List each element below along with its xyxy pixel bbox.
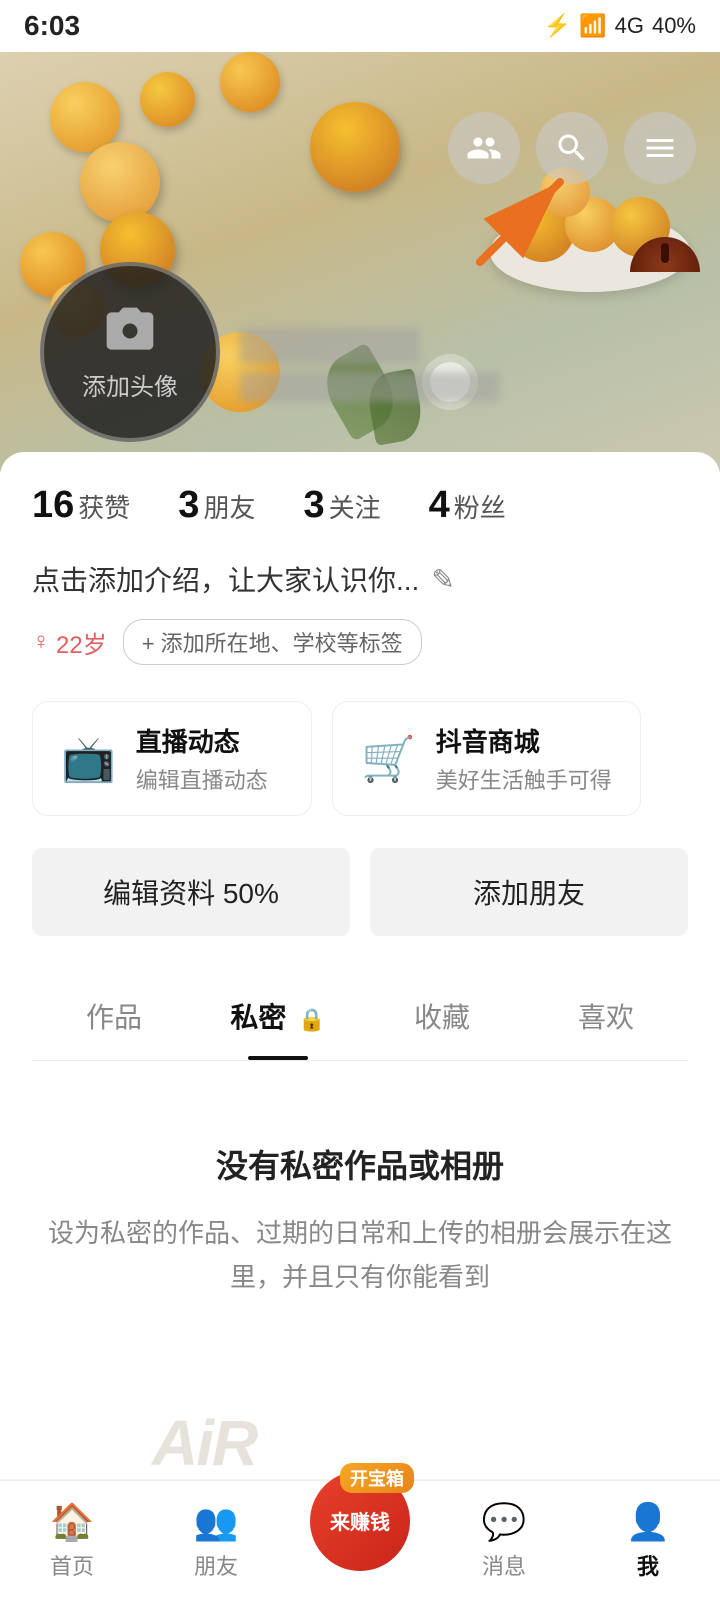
empty-description: 设为私密的作品、过期的日常和上传的相册会展示在这里，并且只有你能看到 [40, 1211, 680, 1299]
friends-button[interactable] [448, 112, 520, 184]
shop-icon: 🛒 [361, 733, 416, 785]
nav-home[interactable]: 🏠 首页 [0, 1501, 144, 1581]
stats-row: 16 获赞 3 朋友 3 关注 4 粉丝 [32, 484, 688, 527]
following-count: 3 [303, 484, 324, 527]
tab-works[interactable]: 作品 [32, 972, 196, 1060]
username-blur [240, 328, 420, 364]
feature-card-live[interactable]: 📺 直播动态 编辑直播动态 [32, 701, 312, 816]
bottom-nav: 🏠 首页 👥 朋友 开宝箱 来赚钱 💬 消息 👤 我 [0, 1480, 720, 1600]
nav-profile[interactable]: 👤 我 [576, 1501, 720, 1581]
signal-icon: 4G [615, 13, 644, 39]
profile-content: 16 获赞 3 朋友 3 关注 4 粉丝 点击添加介绍，让大家认识你... ✎ … [0, 452, 720, 1061]
friends-nav-label: 朋友 [194, 1549, 238, 1581]
likes-label: 获赞 [78, 488, 130, 525]
empty-state: 没有私密作品或相册 设为私密的作品、过期的日常和上传的相册会展示在这里，并且只有… [0, 1061, 720, 1359]
avatar-container[interactable]: 添加头像 [40, 262, 220, 442]
tab-collect-label: 收藏 [414, 1002, 470, 1033]
search-icon [554, 130, 590, 166]
stat-friends[interactable]: 3 朋友 [178, 484, 255, 527]
nav-messages[interactable]: 💬 消息 [432, 1501, 576, 1581]
followers-count: 4 [429, 484, 450, 527]
status-bar: 6:03 ⚡ 📶 4G 40% [0, 0, 720, 52]
stat-likes[interactable]: 16 获赞 [32, 484, 130, 527]
lock-icon: 🔒 [298, 1007, 325, 1032]
tab-collect[interactable]: 收藏 [360, 972, 524, 1060]
tabs-row: 作品 私密 🔒 收藏 喜欢 [32, 972, 688, 1061]
profile-banner: 添加头像 [0, 52, 720, 472]
menu-icon [642, 130, 678, 166]
profile-icon: 👤 [626, 1501, 671, 1543]
live-subtitle: 编辑直播动态 [136, 763, 268, 795]
stat-followers[interactable]: 4 粉丝 [429, 484, 506, 527]
stat-following[interactable]: 3 关注 [303, 484, 380, 527]
bottom-spacer [0, 1359, 720, 1479]
home-label: 首页 [50, 1549, 94, 1581]
battery-indicator: 40% [652, 13, 696, 39]
banner-username-area [240, 328, 500, 402]
tab-private-label: 私密 [230, 1002, 286, 1033]
bio-row[interactable]: 点击添加介绍，让大家认识你... ✎ [32, 559, 688, 599]
status-time: 6:03 [24, 10, 80, 42]
nav-earn[interactable]: 开宝箱 来赚钱 [288, 1511, 432, 1571]
messages-icon: 💬 [482, 1501, 527, 1543]
banner-top-icons [448, 112, 696, 184]
fruit-2 [140, 72, 195, 127]
friends-count: 3 [178, 484, 199, 527]
air-watermark: AiR [152, 1406, 256, 1480]
action-buttons-row: 编辑资料 50% 添加朋友 [32, 848, 688, 936]
feature-cards-row: 📺 直播动态 编辑直播动态 🛒 抖音商城 美好生活触手可得 [32, 701, 688, 816]
fruit-4 [220, 52, 280, 112]
bio-edit-icon[interactable]: ✎ [431, 563, 454, 596]
nav-friends[interactable]: 👥 朋友 [144, 1501, 288, 1581]
friends-icon [466, 130, 502, 166]
add-tags-button[interactable]: + 添加所在地、学校等标签 [123, 619, 422, 665]
likes-count: 16 [32, 484, 74, 527]
bluetooth-icon: ⚡ [544, 13, 571, 39]
avatar-circle[interactable]: 添加头像 [40, 262, 220, 442]
earn-bag[interactable]: 开宝箱 来赚钱 [310, 1471, 410, 1571]
live-title: 直播动态 [136, 722, 268, 759]
age-text: 22岁 [56, 625, 107, 660]
menu-button[interactable] [624, 112, 696, 184]
profile-nav-label: 我 [637, 1549, 659, 1581]
friends-label: 朋友 [203, 488, 255, 525]
search-button[interactable] [536, 112, 608, 184]
wifi-icon: 📶 [579, 13, 606, 39]
following-label: 关注 [329, 488, 381, 525]
tags-row: ♀ 22岁 + 添加所在地、学校等标签 [32, 619, 688, 665]
gender-icon: ♀ [32, 628, 50, 656]
followers-label: 粉丝 [454, 488, 506, 525]
home-icon: 🏠 [50, 1501, 95, 1543]
tab-likes[interactable]: 喜欢 [524, 972, 688, 1060]
status-icons: ⚡ 📶 4G 40% [544, 13, 696, 39]
shop-subtitle: 美好生活触手可得 [436, 763, 612, 795]
empty-title: 没有私密作品或相册 [40, 1141, 680, 1187]
bio-text: 点击添加介绍，让大家认识你... [32, 559, 419, 599]
fruit-3 [80, 142, 160, 222]
tab-likes-label: 喜欢 [578, 1002, 634, 1033]
fruit-1 [50, 82, 120, 152]
camera-icon [102, 303, 158, 359]
feature-card-shop[interactable]: 🛒 抖音商城 美好生活触手可得 [332, 701, 641, 816]
messages-label: 消息 [482, 1549, 526, 1581]
add-avatar-label: 添加头像 [82, 367, 178, 402]
earn-text: 来赚钱 [330, 1506, 390, 1535]
gender-tag: ♀ 22岁 [32, 625, 107, 660]
tab-works-label: 作品 [86, 1002, 142, 1033]
shop-title: 抖音商城 [436, 722, 612, 759]
fruit-5 [310, 102, 400, 192]
tab-private[interactable]: 私密 🔒 [196, 972, 360, 1060]
edit-profile-button[interactable]: 编辑资料 50% [32, 848, 350, 936]
add-tags-label: + 添加所在地、学校等标签 [142, 626, 403, 658]
live-icon: 📺 [61, 733, 116, 785]
userid-blur [240, 372, 500, 402]
nav-friends-icon: 👥 [194, 1501, 239, 1543]
earn-badge: 开宝箱 [340, 1463, 414, 1493]
add-friend-button[interactable]: 添加朋友 [370, 848, 688, 936]
